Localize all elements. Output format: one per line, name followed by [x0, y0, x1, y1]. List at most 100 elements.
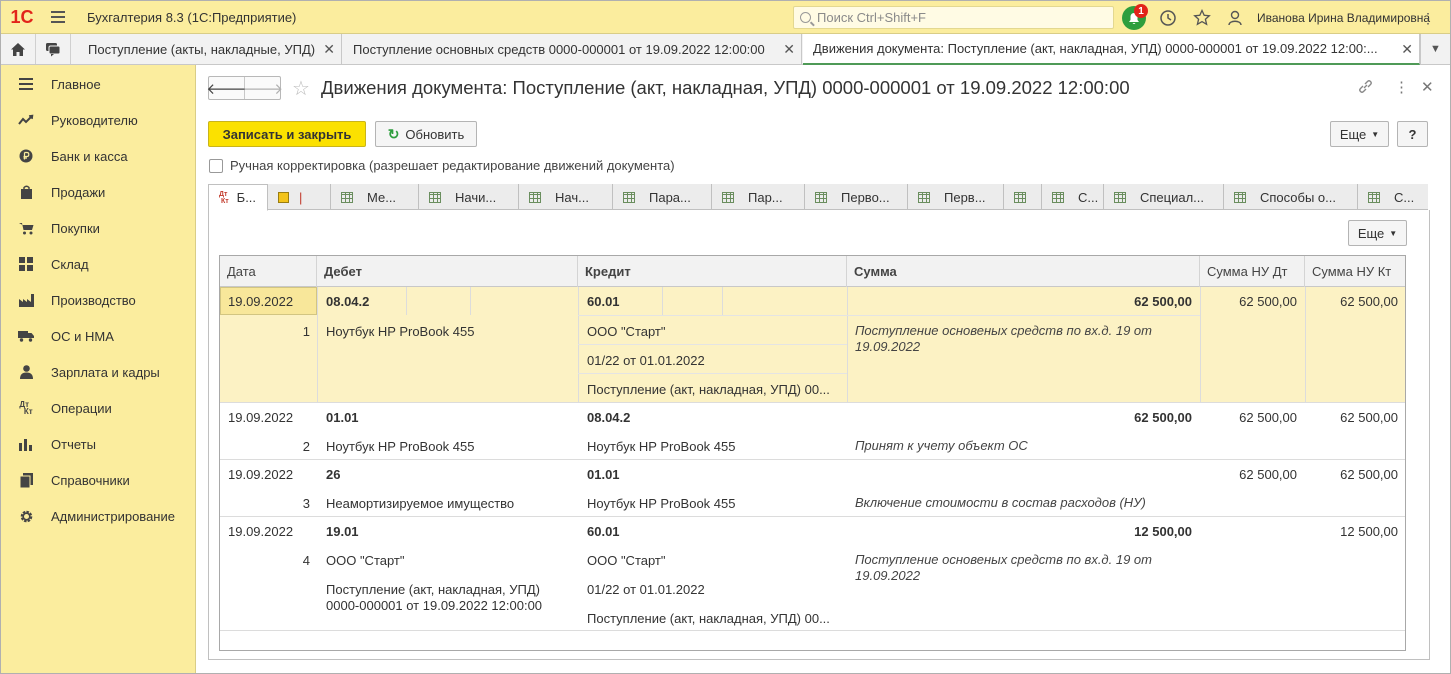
tab-register-5[interactable]: Нач... [519, 184, 613, 210]
table-header: Дата Дебет Кредит Сумма Сумма НУ Дт Сумм… [220, 256, 1405, 287]
sidebar-item-reports[interactable]: Отчеты [1, 426, 196, 462]
tab-register-4[interactable]: Начи... [419, 184, 519, 210]
grid-icon [918, 191, 930, 203]
bar-chart-icon [1, 438, 51, 451]
itab-label: Специал... [1140, 189, 1205, 205]
link-icon[interactable] [1357, 78, 1374, 99]
user-name[interactable]: Иванова Ирина Владимировна [1257, 11, 1430, 25]
tab-label: Движения документа: Поступление (акт, на… [813, 41, 1378, 56]
cell-comment: Поступление основеных средств по вх.д. 1… [855, 552, 1152, 583]
close-icon[interactable]: ✕ [323, 41, 335, 58]
cell-nu-kt: 62 500,00 [1340, 294, 1398, 309]
tabs-dropdown-chevron-icon[interactable]: ▼ [1420, 34, 1450, 64]
sidebar-item-label: Главное [51, 76, 101, 92]
tab-register-11[interactable]: С... [1042, 184, 1104, 210]
manual-correction-checkbox[interactable] [209, 159, 223, 173]
sidebar-item-label: Банк и касса [51, 148, 128, 164]
itab-label: Начи... [455, 189, 497, 205]
forward-arrow-icon[interactable]: 🡒 [243, 77, 283, 99]
cell-credit-account: 60.01 [587, 524, 620, 539]
save-and-close-button[interactable]: Записать и закрыть [208, 121, 366, 147]
cell-credit-account: 08.04.2 [587, 410, 631, 425]
tab-register-7[interactable]: Пар... [712, 184, 805, 210]
chevron-down-icon: ▼ [1389, 228, 1398, 238]
grid-icon [722, 191, 734, 203]
app-logo: 1С [1, 1, 43, 34]
cell-debit-subconto: ООО "Старт" [326, 553, 405, 568]
cell-date: 19.09.2022 [228, 410, 294, 425]
separator-mark: | [299, 189, 303, 205]
table-row[interactable]: 19.09.2022 1 08.04.2 Ноутбук HP ProBook … [220, 287, 1405, 403]
col-nu-dt[interactable]: Сумма НУ Дт [1200, 256, 1305, 287]
sidebar-item-label: Отчеты [51, 436, 96, 452]
favorites-star-icon[interactable] [1190, 6, 1214, 30]
sidebar-item-main[interactable]: Главное [1, 66, 196, 102]
close-icon[interactable]: ✕ [1401, 41, 1413, 58]
grid-icon [1234, 191, 1246, 203]
sidebar-item-operations[interactable]: Дт Кт Операции [1, 390, 196, 426]
sidebar-item-sales[interactable]: Продажи [1, 174, 196, 210]
sidebar-item-label: Администрирование [51, 508, 175, 524]
tab-register-9[interactable]: Перв... [908, 184, 1004, 210]
tab-register-6[interactable]: Пара... [613, 184, 712, 210]
tab-document-movements[interactable]: Движения документа: Поступление (акт, на… [803, 34, 1420, 65]
help-button[interactable]: ? [1397, 121, 1428, 147]
table-more-button[interactable]: Еще ▼ [1348, 220, 1407, 246]
topbar-more-icon[interactable]: ⋮ [1421, 10, 1435, 27]
tab-receipts-list[interactable]: Поступление (акты, накладные, УПД) ✕ [78, 34, 342, 64]
sidebar-item-warehouse[interactable]: Склад [1, 246, 196, 282]
col-nu-kt[interactable]: Сумма НУ Кт [1305, 256, 1405, 287]
cell-date: 19.09.2022 [228, 467, 294, 482]
more-button[interactable]: Еще ▼ [1330, 121, 1389, 147]
table-row[interactable]: 19.09.2022 3 26 Неамортизируемое имущест… [220, 460, 1405, 517]
sidebar-item-references[interactable]: Справочники [1, 462, 196, 498]
col-credit[interactable]: Кредит [578, 256, 847, 287]
cell-debit-subconto: Неамортизируемое имущество [326, 496, 515, 511]
cell-credit-subconto: ООО "Старт" [587, 324, 666, 339]
grid-icon [815, 191, 827, 203]
tab-accounting-register[interactable]: Дт Кт Б... [208, 184, 268, 211]
sidebar-item-label: Справочники [51, 472, 130, 488]
sidebar-item-manager[interactable]: Руководителю [1, 102, 196, 138]
cell-credit-subconto: Ноутбук HP ProBook 455 [587, 496, 736, 511]
movements-table[interactable]: Дата Дебет Кредит Сумма Сумма НУ Дт Сумм… [219, 255, 1406, 651]
tab-register-8[interactable]: Перво... [805, 184, 908, 210]
grid-icon [1114, 191, 1126, 203]
grid-icon [623, 191, 635, 203]
back-arrow-icon[interactable]: 🡐 [206, 77, 247, 99]
tab-fixed-assets-receipt[interactable]: Поступление основных средств 0000-000001… [343, 34, 802, 64]
tab-register-10[interactable] [1004, 184, 1042, 210]
home-icon[interactable] [1, 34, 36, 64]
cell-comment: Поступление основеных средств по вх.д. 1… [855, 323, 1152, 354]
tab-register-2[interactable]: | [268, 184, 331, 210]
close-icon[interactable]: ✕ [783, 41, 795, 58]
favorite-star-icon[interactable]: ☆ [292, 76, 310, 101]
col-date[interactable]: Дата [220, 256, 317, 287]
table-row[interactable]: 19.09.2022 4 19.01 ООО "Старт" Поступлен… [220, 517, 1405, 631]
sidebar-item-admin[interactable]: Администрирование [1, 498, 196, 534]
search-placeholder: Поиск Ctrl+Shift+F [817, 10, 926, 25]
dt-kt-icon: Дт Кт [19, 400, 33, 416]
sidebar-item-salary[interactable]: Зарплата и кадры [1, 354, 196, 390]
tab-register-14[interactable]: С... [1358, 184, 1428, 210]
search-input[interactable]: Поиск Ctrl+Shift+F [793, 6, 1114, 29]
refresh-button[interactable]: ↻ Обновить [375, 121, 477, 147]
table-row[interactable]: 19.09.2022 2 01.01 Ноутбук HP ProBook 45… [220, 403, 1405, 460]
tab-register-12[interactable]: Специал... [1104, 184, 1224, 210]
tab-register-13[interactable]: Способы о... [1224, 184, 1358, 210]
sidebar-item-bank[interactable]: Банк и касса [1, 138, 196, 174]
col-debit[interactable]: Дебет [317, 256, 578, 287]
sidebar-item-label: Продажи [51, 184, 106, 200]
sidebar-item-purchases[interactable]: Покупки [1, 210, 196, 246]
sidebar-item-production[interactable]: Производство [1, 282, 196, 318]
col-sum[interactable]: Сумма [847, 256, 1200, 287]
chat-icon[interactable] [36, 34, 71, 64]
history-icon[interactable] [1156, 6, 1180, 30]
tab-register-3[interactable]: Ме... [331, 184, 419, 210]
grid-icon [1052, 191, 1064, 203]
user-icon[interactable] [1224, 6, 1248, 30]
main-menu-button[interactable] [43, 1, 73, 34]
sidebar-item-fixed-assets[interactable]: ОС и НМА [1, 318, 196, 354]
form-more-icon[interactable]: ⋮ [1394, 78, 1409, 96]
close-form-icon[interactable]: ✕ [1421, 78, 1434, 96]
